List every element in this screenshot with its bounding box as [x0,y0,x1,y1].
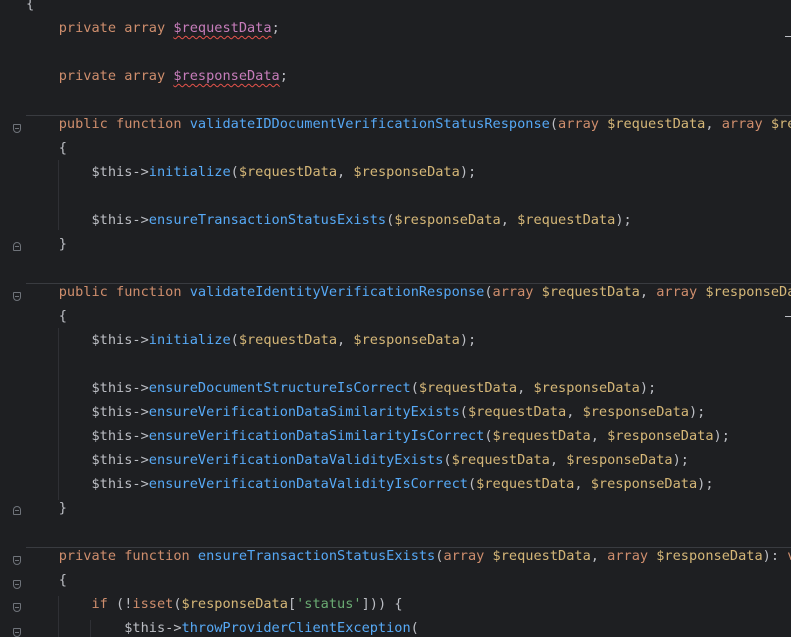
code-line[interactable] [0,352,791,376]
code-line-text: { [58,140,67,156]
fold-end-icon[interactable] [13,506,21,515]
code-line-text: $this->ensureVerificationDataSimilarityI… [91,428,730,444]
code-line[interactable]: $this->initialize($requestData, $respons… [0,160,791,184]
code-line[interactable] [0,88,791,112]
overflow-tick [785,316,791,317]
fold-start-icon[interactable] [13,603,21,612]
code-line[interactable]: { [0,136,791,160]
code-line-text: $this->ensureDocumentStructureIsCorrect(… [91,380,657,396]
code-line-text: $this->ensureVerificationDataValidityExi… [91,452,689,468]
indent-guide [90,620,91,637]
indent-guide [58,328,59,500]
code-line-text: { [58,572,67,588]
code-line-text: $this->ensureVerificationDataSimilarityE… [91,404,706,420]
code-line-text: $this->initialize($requestData, $respons… [91,164,477,180]
code-line[interactable]: $this->ensureTransactionStatusExists($re… [0,208,791,232]
code-line-text: $this->throwProviderClientException( [124,620,419,636]
code-line[interactable]: $this->ensureVerificationDataValidityExi… [0,448,791,472]
overflow-tick [785,36,791,37]
code-editor[interactable]: { private array $requestData; private ar… [0,0,791,637]
code-line[interactable] [0,520,791,544]
fold-start-icon[interactable] [13,124,21,133]
fold-start-icon[interactable] [13,628,21,637]
code-line[interactable]: } [0,232,791,256]
method-separator [26,283,791,284]
code-line[interactable]: if (!isset($responseData['status'])) { [0,592,791,616]
code-line[interactable]: } [0,496,791,520]
fold-start-icon[interactable] [13,292,21,301]
code-line[interactable] [0,184,791,208]
code-line[interactable] [0,256,791,280]
code-line-text: if (!isset($responseData['status'])) { [91,596,403,612]
code-line-text: } [58,500,67,516]
code-line-text: private array $responseData; [58,68,288,84]
code-line[interactable]: { [0,0,791,16]
fold-start-icon[interactable] [13,580,21,589]
code-line-text: private array $requestData; [58,20,280,36]
code-line[interactable]: { [0,568,791,592]
method-separator [26,115,791,116]
code-line-text: { [58,308,67,324]
code-line[interactable]: private array $requestData; [0,16,791,40]
code-line[interactable]: { [0,304,791,328]
indent-guide [58,160,59,230]
code-line-text: $this->ensureVerificationDataValidityIsC… [91,476,714,492]
method-separator [26,547,791,548]
code-line-text: $this->ensureTransactionStatusExists($re… [91,212,632,228]
code-line-text: { [26,0,35,12]
code-line[interactable]: $this->initialize($requestData, $respons… [0,328,791,352]
code-line-text: } [58,236,67,252]
code-line[interactable]: $this->ensureDocumentStructureIsCorrect(… [0,376,791,400]
fold-start-icon[interactable] [13,556,21,565]
code-line[interactable]: $this->throwProviderClientException( [0,616,791,637]
code-line[interactable] [0,40,791,64]
code-line[interactable]: $this->ensureVerificationDataSimilarityI… [0,424,791,448]
code-line[interactable]: private array $responseData; [0,64,791,88]
code-line-text: $this->initialize($requestData, $respons… [91,332,477,348]
fold-end-icon[interactable] [13,242,21,251]
code-line[interactable]: $this->ensureVerificationDataSimilarityE… [0,400,791,424]
code-area[interactable]: { private array $requestData; private ar… [0,0,791,637]
indent-guide [58,596,59,637]
code-line[interactable]: $this->ensureVerificationDataValidityIsC… [0,472,791,496]
